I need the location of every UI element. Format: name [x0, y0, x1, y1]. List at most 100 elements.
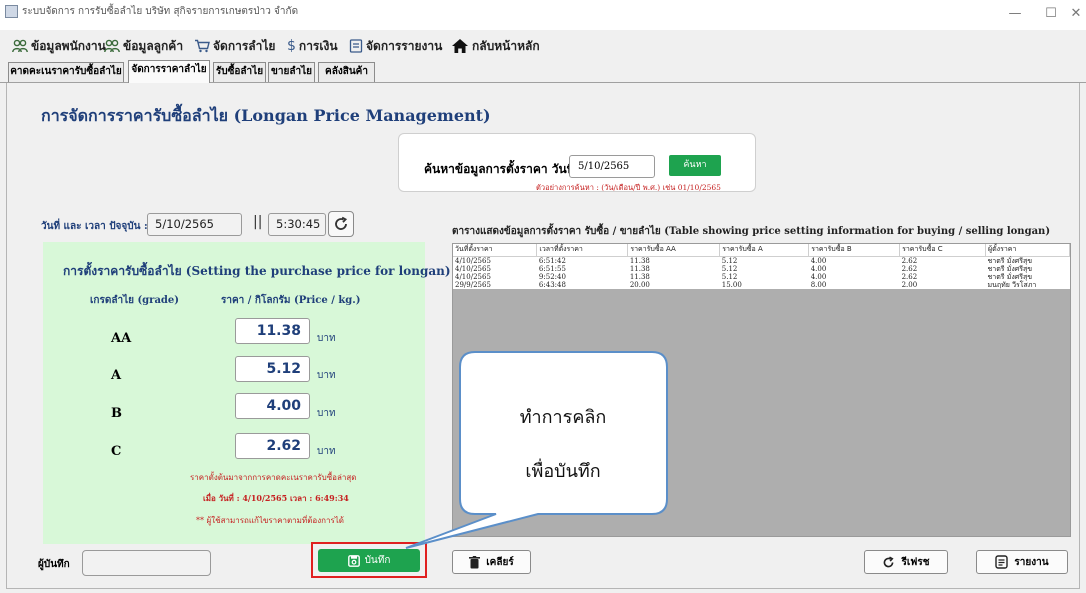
table-cell: 20.00	[627, 280, 720, 289]
grade-aa-label: AA	[111, 331, 132, 346]
table-cell: 4/10/2565	[453, 256, 537, 265]
column-header[interactable]: เวลาที่ตั้งราคา	[536, 244, 629, 257]
menu-employee-data[interactable]: ข้อมูลพนักงาน	[12, 36, 106, 56]
column-header[interactable]: วันที่ตั้งราคา	[453, 244, 538, 257]
table-row[interactable]: 4/10/2565 6:51:55 11.38 5.12 4.00 2.62 ช…	[453, 264, 1070, 273]
recorder-field[interactable]	[82, 550, 211, 576]
table-cell: 11.38	[627, 272, 720, 281]
initial-price-timestamp: เมื่อ วันที่ : 4/10/2565 เวลา : 6:49:34	[203, 493, 349, 503]
tab-price-management[interactable]: จัดการราคาลำไย	[128, 60, 210, 83]
cart-icon	[195, 39, 210, 53]
table-cell: 5.12	[719, 264, 809, 273]
column-header[interactable]: ราคารับซื้อ A	[719, 244, 810, 257]
maximize-button[interactable]: ☐	[1036, 2, 1066, 26]
refresh-button[interactable]: รีเฟรช	[864, 550, 948, 574]
price-panel-title: การตั้งราคารับซื้อลำไย (Setting the purc…	[63, 264, 451, 278]
menu-label: ข้อมูลลูกค้า	[123, 38, 184, 53]
callout-line-1: ทำการคลิก	[519, 407, 607, 428]
column-header[interactable]: ราคารับซื้อ AA	[627, 244, 721, 257]
table-cell: 9:52:40	[536, 272, 628, 281]
callout-line-2: เพื่อบันทึก	[525, 461, 601, 482]
clear-button[interactable]: เคลียร์	[452, 550, 531, 574]
table-cell: 11.38	[627, 256, 720, 265]
menu-manage-longan[interactable]: จัดการลำไย	[194, 36, 275, 56]
table-cell: 6:51:55	[536, 264, 628, 273]
menu-label: จัดการรายงาน	[366, 38, 443, 53]
column-header[interactable]: ผู้ตั้งราคา	[985, 244, 1070, 257]
report-button[interactable]: รายงาน	[976, 550, 1068, 574]
table-row[interactable]: 4/10/2565 6:51:42 11.38 5.12 4.00 2.62 ช…	[453, 256, 1070, 265]
column-header[interactable]: ราคารับซื้อ B	[808, 244, 901, 257]
table-caption: ตารางแสดงข้อมูลการตั้งราคา รับซื้อ / ขาย…	[452, 226, 1051, 237]
document-icon	[995, 555, 1009, 569]
column-header[interactable]: ราคารับซื้อ C	[899, 244, 987, 257]
price-a-input[interactable]: 5.12	[235, 356, 310, 382]
menu-finance[interactable]: $ การเงิน	[287, 36, 338, 56]
table-cell: 2.62	[899, 264, 986, 273]
refresh-icon	[884, 556, 895, 567]
recorder-label: ผู้บันทึก	[38, 559, 70, 570]
menu-label: การเงิน	[298, 38, 338, 53]
trash-icon	[469, 555, 481, 568]
table-cell: 2.62	[899, 256, 986, 265]
clear-label: เคลียร์	[486, 556, 514, 568]
table-cell: 4.00	[808, 264, 900, 273]
table-cell: 11.38	[627, 264, 720, 273]
table-row[interactable]: 29/9/2565 6:43:48 20.00 15.00 8.00 2.00 …	[453, 280, 1070, 289]
tab-sell[interactable]: ขายลำไย	[268, 62, 315, 82]
table-cell: 6:43:48	[536, 280, 628, 289]
price-column-header: ราคา / กิโลกรัม (Price / kg.)	[221, 295, 361, 306]
table-cell: 8.00	[808, 280, 900, 289]
minimize-button[interactable]: —	[1000, 2, 1030, 26]
refresh-icon	[335, 216, 348, 230]
menu-customer-data[interactable]: ข้อมูลลูกค้า	[104, 36, 183, 56]
price-history-table: วันที่ตั้งราคา เวลาที่ตั้งราคา ราคารับซื…	[452, 243, 1071, 537]
table-cell: 4/10/2565	[453, 272, 537, 281]
table-cell: 2.00	[899, 280, 986, 289]
window-title: ระบบจัดการ การรับซื้อลำไย บริษัท สุกิจรา…	[22, 6, 299, 17]
tab-purchase[interactable]: รับซื้อลำไย	[213, 62, 266, 82]
tab-price-forecast[interactable]: คาดคะเนราคารับซื้อลำไย	[8, 62, 124, 82]
edit-price-note: ** ผู้ใช้สามารถแก้ไขราคาตามที่ต้องการได้	[196, 516, 344, 525]
dollar-icon: $	[287, 38, 296, 54]
tab-warehouse[interactable]: คลังสินค้า	[318, 62, 375, 82]
save-label: บันทึก	[364, 555, 391, 566]
current-datetime-label: วันที่ และ เวลา ปัจจุบัน :	[41, 221, 148, 232]
table-cell: มนฤทัย วีรโสภา	[985, 280, 1070, 289]
table-cell: 15.00	[719, 280, 809, 289]
menu-label: กลับหน้าหลัก	[472, 38, 540, 53]
search-button[interactable]: ค้นหา	[669, 155, 721, 176]
menu-label: จัดการลำไย	[213, 38, 276, 53]
people-icon	[12, 39, 28, 53]
grade-a-label: A	[111, 368, 122, 383]
menu-home[interactable]: กลับหน้าหลัก	[451, 36, 540, 56]
unit-label: บาท	[317, 370, 336, 381]
table-cell: 4/10/2565	[453, 264, 537, 273]
menu-reports[interactable]: จัดการรายงาน	[349, 36, 442, 56]
refresh-time-button[interactable]	[328, 211, 354, 237]
price-table: วันที่ตั้งราคา เวลาที่ตั้งราคา ราคารับซื…	[453, 244, 1070, 289]
table-cell: 5.12	[719, 256, 809, 265]
report-label: รายงาน	[1014, 556, 1049, 568]
app-icon	[5, 5, 18, 18]
price-c-input[interactable]: 2.62	[235, 433, 310, 459]
current-date-field: 5/10/2565	[147, 213, 242, 236]
table-row[interactable]: 4/10/2565 9:52:40 11.38 5.12 4.00 2.62 ช…	[453, 272, 1070, 281]
current-time-field: 5:30:45	[268, 213, 326, 236]
refresh-label: รีเฟรช	[901, 556, 930, 568]
report-icon	[349, 39, 363, 53]
search-date-input[interactable]	[569, 155, 655, 178]
table-cell: 29/9/2565	[453, 280, 537, 289]
table-cell: ชาตรี มั่งศรีสุข	[985, 256, 1070, 265]
grade-c-label: C	[111, 444, 122, 459]
price-b-input[interactable]: 4.00	[235, 393, 310, 419]
home-icon	[452, 39, 468, 53]
grade-b-label: B	[111, 406, 122, 421]
table-cell: 4.00	[808, 272, 900, 281]
unit-label: บาท	[317, 408, 336, 419]
close-button[interactable]: ✕	[1066, 2, 1086, 26]
price-aa-input[interactable]: 11.38	[235, 318, 310, 344]
save-button[interactable]: บันทึก	[318, 549, 420, 572]
table-cell: ชาตรี มั่งศรีสุข	[985, 272, 1070, 281]
initial-price-note: ราคาตั้งต้นมาจากการคาดคะเนราคารับซื้อล่า…	[190, 473, 357, 482]
